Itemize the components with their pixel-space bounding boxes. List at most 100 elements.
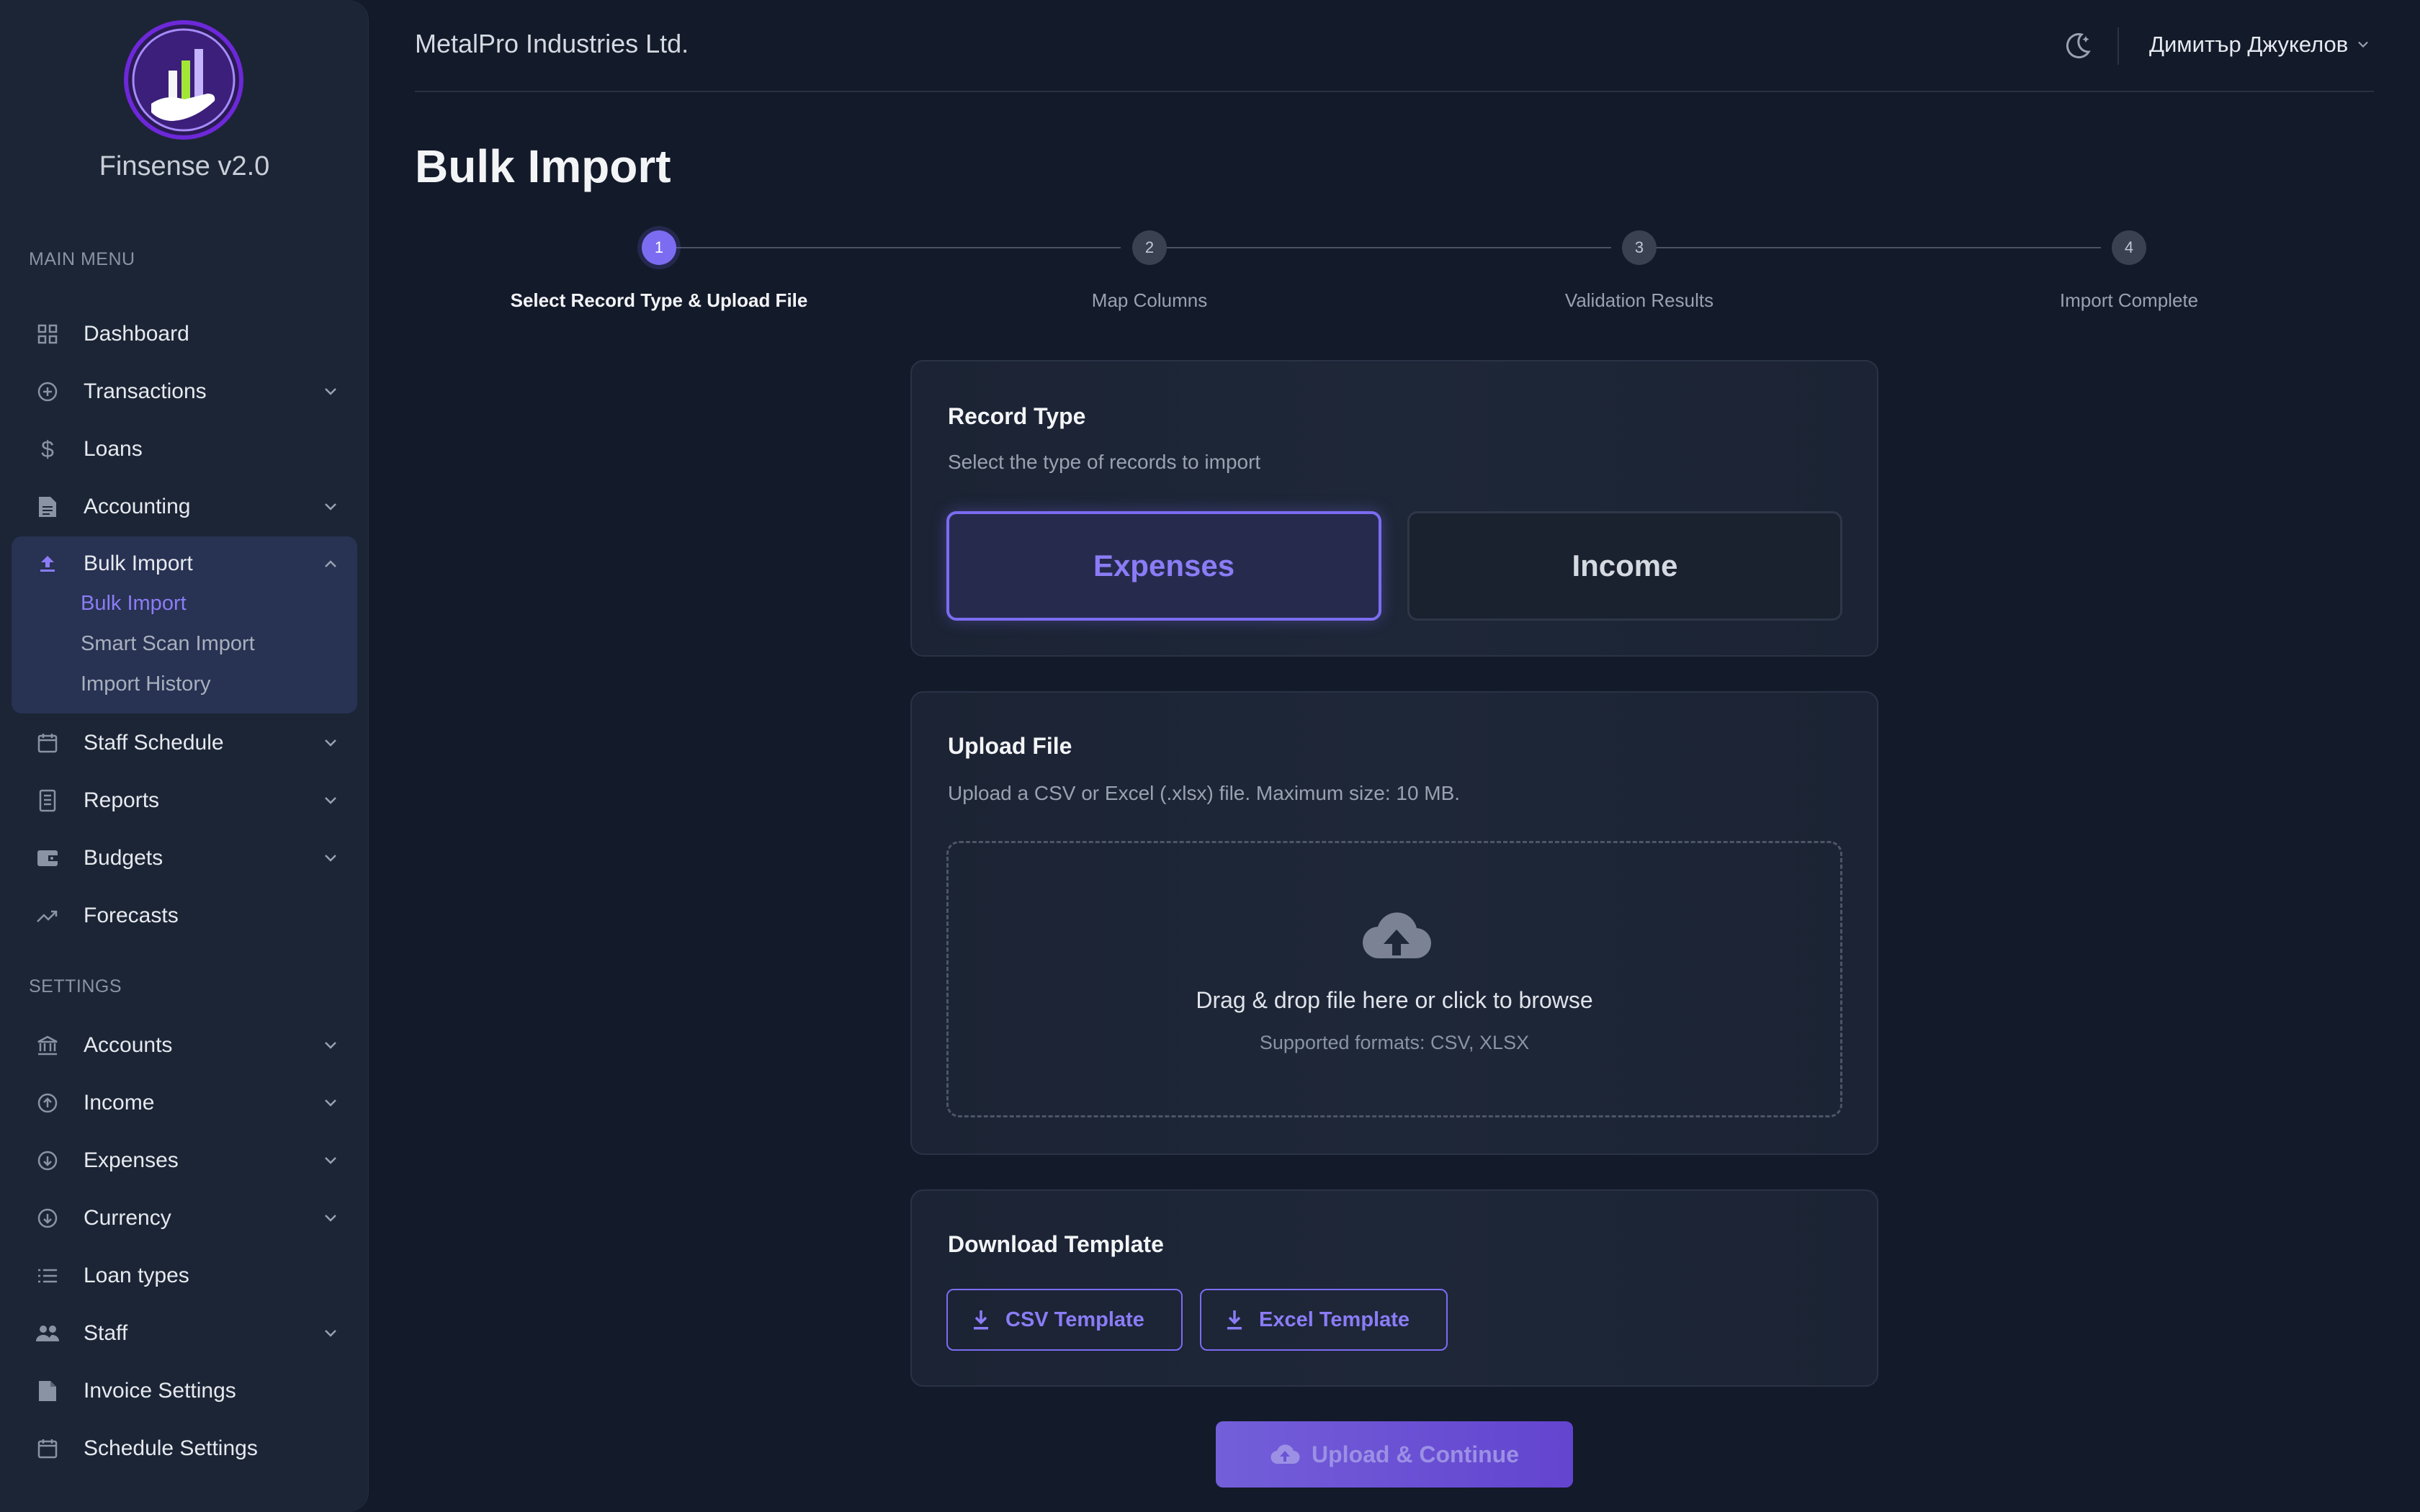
download-icon <box>974 1310 988 1330</box>
chevron-down-icon[interactable] <box>320 1323 341 1344</box>
chevron-down-icon[interactable] <box>320 1092 341 1114</box>
step-3-label: Validation Results <box>1564 289 1714 311</box>
supported-formats-text: Supported formats: CSV, XLSX <box>1259 1032 1530 1053</box>
sidebar-item-income[interactable]: Income <box>12 1076 357 1130</box>
sidebar-subitem-bulk-import[interactable]: Bulk Import <box>81 592 187 616</box>
dropzone-text: Drag & drop file here or click to browse <box>1196 987 1593 1013</box>
upload-file-card: Upload File Upload a CSV or Excel (.xlsx… <box>910 691 1878 1155</box>
sidebar-item-label: Staff Schedule <box>84 731 224 755</box>
plus-circle-icon <box>35 379 60 405</box>
download-template-title: Download Template <box>948 1231 1164 1257</box>
trend-icon <box>35 903 60 929</box>
sidebar-item-accounts[interactable]: Accounts <box>12 1018 357 1073</box>
sidebar-item-label: Schedule Settings <box>84 1436 258 1460</box>
sidebar-item-schedule-settings[interactable]: Schedule Settings <box>12 1421 357 1476</box>
app-name: Finsense v2.0 <box>99 151 270 181</box>
upload-icon <box>35 551 60 577</box>
chevron-down-icon[interactable] <box>320 496 341 518</box>
bank-icon <box>35 1032 60 1058</box>
sidebar-item-staff-schedule[interactable]: Staff Schedule <box>12 716 357 770</box>
step-1-label: Select Record Type & Upload File <box>510 289 808 311</box>
chevron-up-icon[interactable] <box>320 553 341 575</box>
chevron-down-icon[interactable] <box>320 790 341 811</box>
record-type-card: Record Type Select the type of records t… <box>910 360 1878 657</box>
expenses-option-button[interactable]: Expenses <box>946 511 1381 621</box>
sidebar-item-dashboard[interactable]: Dashboard <box>12 307 357 361</box>
sidebar-item-staff[interactable]: Staff <box>12 1306 357 1361</box>
sidebar-item-budgets[interactable]: Budgets <box>12 831 357 886</box>
record-type-title: Record Type <box>948 403 1086 429</box>
sidebar-item-label: Bulk Import <box>84 552 193 575</box>
sidebar-item-accounting[interactable]: Accounting <box>12 480 357 534</box>
step-connector <box>1167 247 1611 248</box>
step-connector <box>676 247 1121 248</box>
step-2-indicator: 2 <box>1132 230 1167 265</box>
sidebar-item-invoice-settings[interactable]: Invoice Settings <box>12 1364 357 1418</box>
sidebar-item-loan-types[interactable]: Loan types <box>12 1248 357 1303</box>
sidebar-item-label: Forecasts <box>84 904 179 927</box>
list-icon <box>35 1263 60 1289</box>
upload-continue-button[interactable]: Upload & Continue <box>1216 1421 1573 1488</box>
chevron-down-icon[interactable] <box>320 1207 341 1229</box>
sidebar-item-label: Invoice Settings <box>84 1379 236 1403</box>
sidebar-item-label: Loan types <box>84 1264 189 1287</box>
sidebar-subitem-smart-scan-import[interactable]: Smart Scan Import <box>81 632 255 656</box>
chevron-down-icon[interactable] <box>320 1035 341 1056</box>
step-4-indicator: 4 <box>2112 230 2146 265</box>
user-name: Димитър Джукелов <box>2149 32 2349 57</box>
sidebar-item-currency[interactable]: Currency <box>12 1191 357 1246</box>
csv-template-button[interactable]: CSV Template <box>946 1289 1183 1351</box>
sidebar-item-label: Dashboard <box>84 322 189 346</box>
app-logo[interactable] <box>122 19 245 141</box>
sidebar-item-label: Currency <box>84 1206 171 1230</box>
settings-label: SETTINGS <box>29 976 122 996</box>
upload-subtitle: Upload a CSV or Excel (.xlsx) file. Maxi… <box>948 782 1461 804</box>
sidebar-item-forecasts[interactable]: Forecasts <box>12 888 357 943</box>
upload-continue-label: Upload & Continue <box>1312 1441 1519 1467</box>
wallet-icon <box>35 845 60 871</box>
step-3-indicator: 3 <box>1622 230 1657 265</box>
header-divider <box>415 91 2374 92</box>
step-connector <box>1657 247 2101 248</box>
file-dropzone[interactable]: Drag & drop file here or click to browse… <box>946 841 1842 1117</box>
download-icon <box>1227 1310 1242 1330</box>
grid-icon <box>35 321 60 347</box>
sidebar-item-expenses[interactable]: Expenses <box>12 1133 357 1188</box>
record-type-subtitle: Select the type of records to import <box>948 451 1261 473</box>
sidebar-item-reports[interactable]: Reports <box>12 773 357 828</box>
sidebar-item-label: Expenses <box>84 1148 179 1172</box>
chevron-down-icon <box>2358 41 2369 48</box>
income-option-button[interactable]: Income <box>1407 511 1842 621</box>
arrow-down-circle-icon <box>35 1148 60 1174</box>
upload-title: Upload File <box>948 733 1072 759</box>
people-icon <box>35 1320 60 1346</box>
download-template-card: Download Template CSV Template Excel Tem… <box>910 1189 1878 1387</box>
arrow-up-circle-icon <box>35 1090 60 1116</box>
chevron-down-icon[interactable] <box>320 732 341 754</box>
chevron-down-icon[interactable] <box>320 847 341 869</box>
sidebar-item-bulk-import[interactable]: Bulk Import <box>12 536 357 591</box>
chevron-down-icon[interactable] <box>320 1150 341 1171</box>
excel-template-button[interactable]: Excel Template <box>1200 1289 1448 1351</box>
sidebar-item-transactions[interactable]: Transactions <box>12 364 357 419</box>
cloud-upload-icon <box>1270 1444 1300 1464</box>
moon-icon[interactable] <box>2061 30 2093 62</box>
excel-template-label: Excel Template <box>1259 1308 1410 1331</box>
sidebar-subitem-import-history[interactable]: Import History <box>81 672 210 696</box>
sidebar-item-label: Reports <box>84 788 160 812</box>
cloud-upload-icon <box>1362 912 1432 959</box>
dollar-icon: $ <box>41 436 54 462</box>
user-menu[interactable]: Димитър Джукелов <box>2149 32 2372 58</box>
chevron-down-icon[interactable] <box>320 381 341 402</box>
invoice-icon <box>35 1378 60 1404</box>
sidebar-item-label: Income <box>84 1091 155 1115</box>
company-name: MetalPro Industries Ltd. <box>415 29 689 58</box>
sidebar-item-label: Accounts <box>84 1033 173 1057</box>
sidebar-item-label: Staff <box>84 1321 128 1345</box>
csv-template-label: CSV Template <box>1005 1308 1144 1331</box>
sidebar-item-label: Transactions <box>84 379 207 403</box>
sidebar-item-label: Budgets <box>84 846 163 870</box>
sidebar-item-label: Accounting <box>84 495 191 518</box>
page-title: Bulk Import <box>415 140 671 192</box>
sidebar-item-loans[interactable]: $ Loans <box>12 422 357 477</box>
